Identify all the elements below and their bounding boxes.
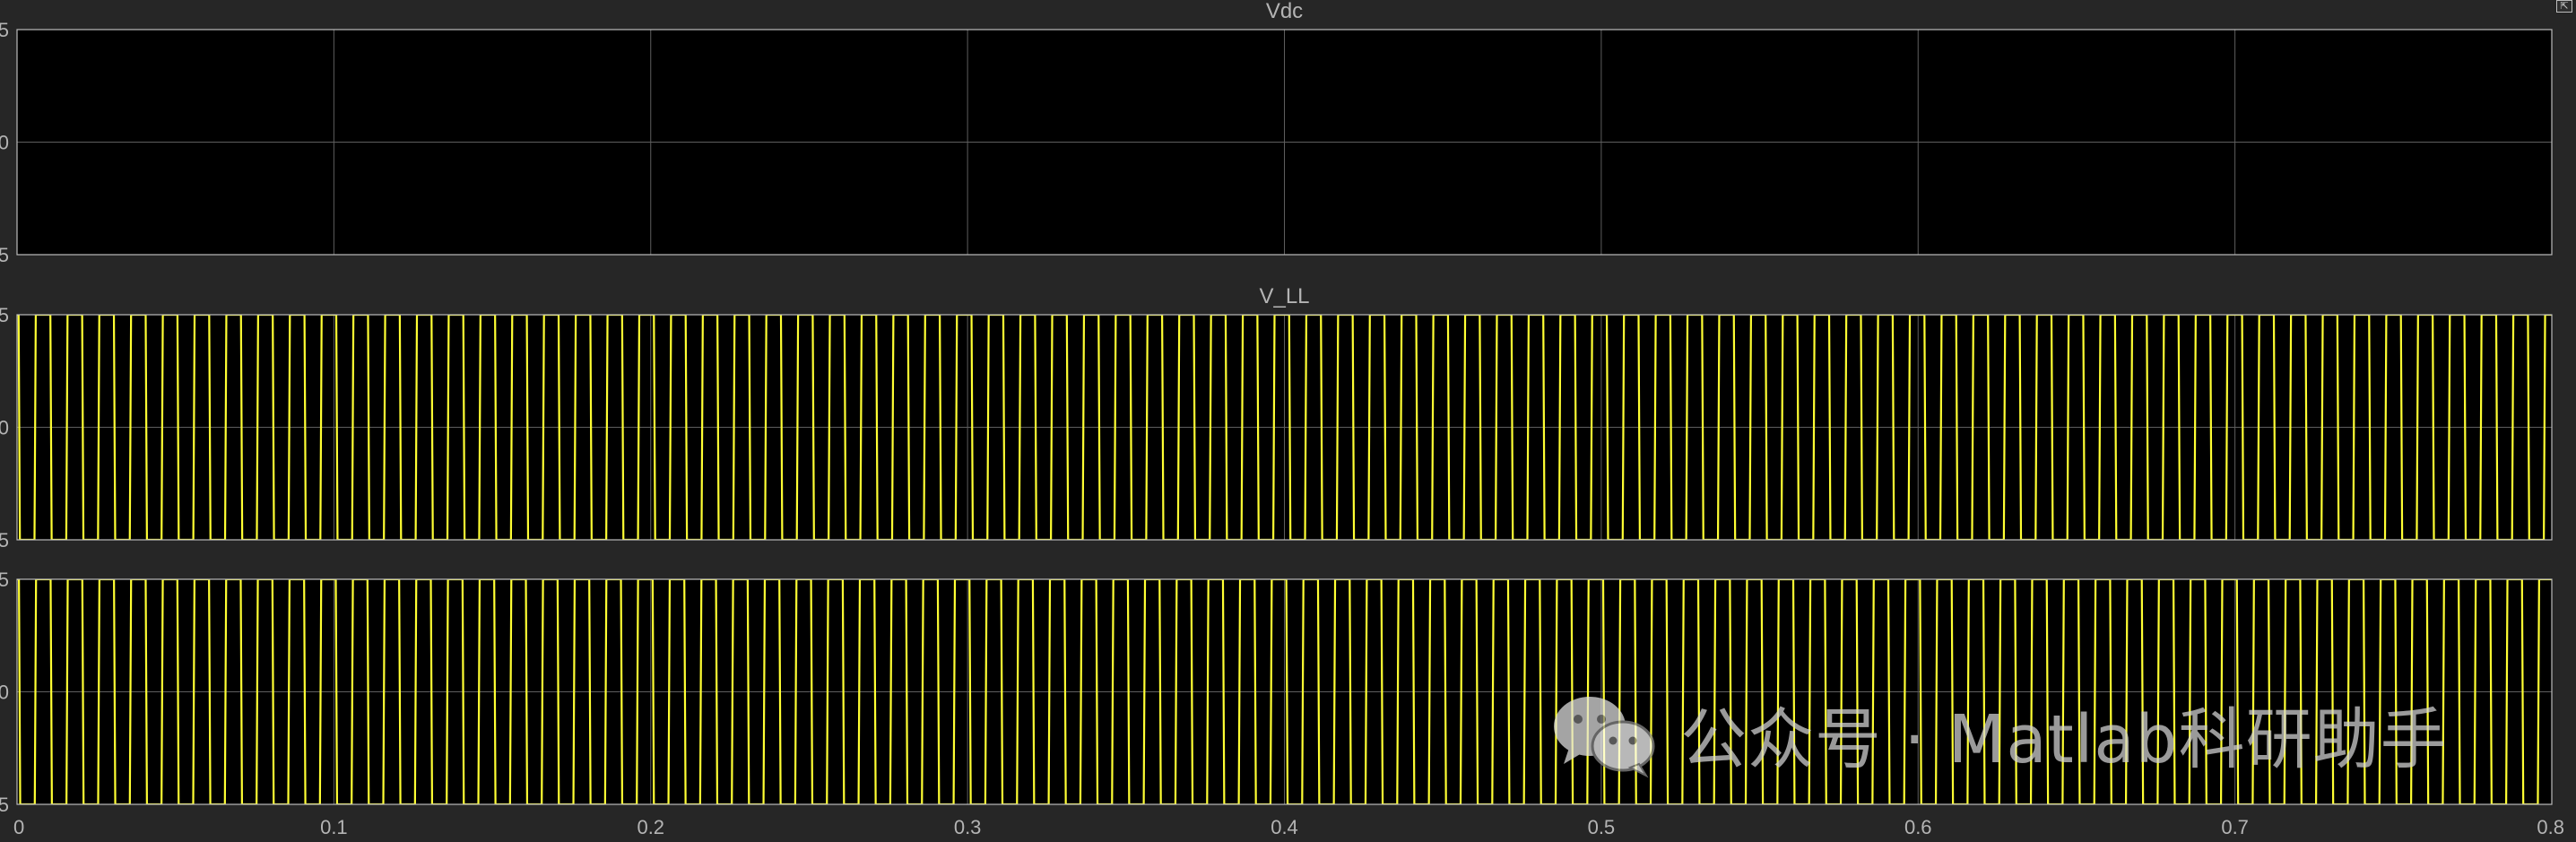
restore-button[interactable]: ⇱ (2556, 0, 2572, 13)
scope-panel-3: 5050 0.1 0.2 0.3 0.4 0.5 0.6 0.7 0.8 (0, 569, 2564, 838)
y-tick-label: 0 (0, 132, 9, 154)
x-tick-label: 0.3 (954, 816, 982, 838)
x-tick-label: 0.2 (637, 816, 664, 838)
scope-panel-2: V_LL 5 0 5 (0, 284, 2553, 551)
x-tick-label: 0.1 (320, 816, 348, 838)
scope-panel-1: Vdc 5 0 5 (0, 0, 2553, 266)
y-tick-label: 0 (0, 681, 9, 704)
x-tick-label: 0.8 (2537, 816, 2564, 838)
x-tick-label: 0 (13, 816, 24, 838)
y-tick-label: 5 (0, 19, 9, 41)
panel-title: V_LL (1259, 284, 1309, 308)
y-tick-label: 5 (0, 244, 9, 266)
y-tick-label: 5 (0, 569, 9, 591)
x-tick-label: 0.6 (1904, 816, 1932, 838)
y-tick-label: 5 (0, 529, 9, 551)
x-tick-label: 0.5 (1588, 816, 1616, 838)
x-tick-label: 0.7 (2221, 816, 2249, 838)
scope-figure: Vdc505V_LL5055050 0.1 0.2 0.3 0.4 0.5 0.6 0.7 0.… (0, 0, 2564, 838)
y-tick-label: 5 (0, 794, 9, 816)
x-tick-label: 0.4 (1271, 816, 1298, 838)
y-tick-label: 0 (0, 417, 9, 439)
y-tick-label: 5 (0, 304, 9, 326)
panel-title: Vdc (1266, 0, 1303, 23)
